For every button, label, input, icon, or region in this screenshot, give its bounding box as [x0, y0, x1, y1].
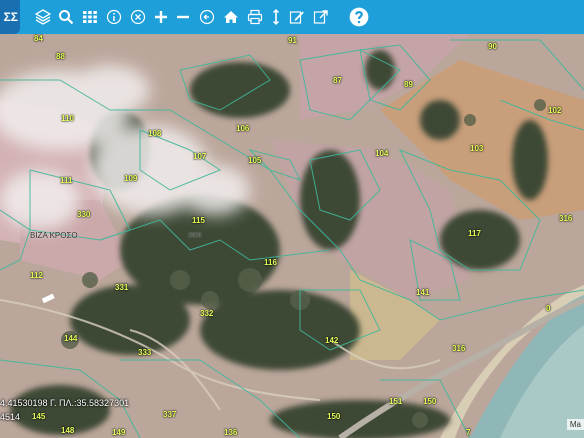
parcel-label: 136 [224, 428, 238, 437]
parcel-label: 102 [548, 106, 562, 115]
edit-icon [289, 11, 304, 24]
info-icon [106, 9, 122, 25]
parcel-label: 111 [60, 176, 73, 185]
print-icon [247, 9, 263, 25]
parcel-label: 0 [546, 304, 551, 313]
parcel-label: 151 [389, 397, 403, 406]
parcel-label: 331 [115, 283, 129, 292]
measure-icon [273, 9, 279, 25]
parcel-label: 117 [468, 229, 481, 238]
back-button[interactable] [196, 6, 218, 28]
parcel-label: 145 [32, 412, 46, 421]
clear-icon [130, 9, 146, 25]
search-icon [59, 10, 74, 25]
aerial-imagery [0, 34, 584, 438]
parcel-label: 104 [375, 149, 389, 158]
zoom-in-button[interactable] [150, 6, 172, 28]
parcel-label: 144 [64, 334, 78, 343]
help-icon [349, 7, 369, 27]
parcel-label: 84 [34, 34, 43, 43]
coordinates-readout-secondary: 4514 [0, 412, 21, 422]
parcel-label: 88 [56, 52, 65, 61]
home-button[interactable] [220, 6, 242, 28]
info-button[interactable] [103, 6, 125, 28]
clear-button[interactable] [127, 6, 149, 28]
parcel-label: 103 [470, 144, 484, 153]
grid-icon [83, 11, 97, 23]
place-label: ΒΙΖΑ ΚΡΟΣΟ [30, 231, 78, 240]
parcel-label: 105 [248, 156, 262, 165]
map-attribution[interactable]: Ma [566, 419, 584, 430]
parcel-label: 90 [488, 42, 497, 51]
parcel-label: 115 [192, 216, 205, 225]
help-button[interactable] [347, 5, 371, 29]
search-button[interactable] [55, 6, 77, 28]
parcel-label: 141 [416, 288, 430, 297]
parcel-label: 106 [236, 124, 250, 133]
grid-button[interactable] [79, 6, 101, 28]
measure-button[interactable] [265, 6, 287, 28]
parcel-label: 91 [288, 36, 297, 45]
parcel-label: 148 [61, 426, 75, 435]
parcel-label: 332 [200, 309, 214, 318]
parcel-label: 150 [423, 397, 437, 406]
parcel-label: 108 [148, 129, 162, 138]
parcel-label: 150 [327, 412, 341, 421]
parcel-label: 110 [61, 114, 74, 123]
parcel-label: 107 [193, 152, 207, 161]
export-button[interactable] [310, 6, 332, 28]
map-canvas[interactable]: 84 88 91 90 89 87 110 108 106 105 107 104 102 103 111 1… [0, 34, 584, 438]
export-icon [313, 10, 328, 24]
app-logo[interactable]: ΣΣ [0, 0, 20, 34]
top-toolbar: ΣΣ [0, 0, 584, 34]
parcel-label: 116 [264, 258, 277, 267]
parcel-label: 316 [559, 214, 573, 223]
parcel-label: 109 [124, 174, 138, 183]
parcel-label: 87 [333, 76, 342, 85]
back-icon [199, 9, 215, 25]
zoom-out-button[interactable] [172, 6, 194, 28]
parcel-label: 7 [466, 428, 471, 437]
parcel-label: 316 [452, 344, 466, 353]
layers-icon [35, 9, 51, 25]
edit-button[interactable] [286, 6, 308, 28]
layers-button[interactable] [32, 6, 54, 28]
parcel-label: 333 [138, 348, 152, 357]
coordinates-readout: 4.41530198 Γ. ΠΛ.:35.58327301 [0, 398, 130, 408]
home-icon [224, 11, 238, 23]
zoom-out-icon [177, 15, 189, 19]
parcel-label: 149 [112, 428, 126, 437]
parcel-label: 330 [77, 210, 91, 219]
parcel-label: 89 [404, 80, 413, 89]
parcel-label: 337 [163, 410, 177, 419]
zoom-in-icon [155, 11, 167, 23]
print-button[interactable] [244, 6, 266, 28]
parcel-label: 142 [325, 336, 339, 345]
parcel-label: 112 [30, 271, 43, 280]
small-map-label: 2008 [188, 233, 202, 239]
